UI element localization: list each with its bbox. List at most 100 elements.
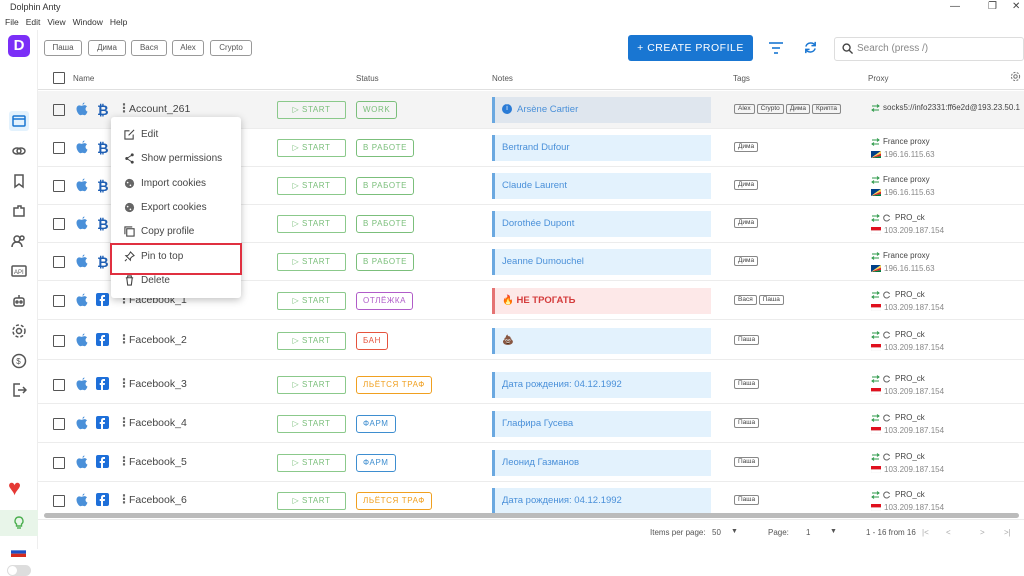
row-checkbox[interactable] bbox=[53, 418, 65, 430]
tag-chip[interactable]: Паша bbox=[734, 418, 760, 428]
first-page-icon[interactable]: |< bbox=[922, 528, 929, 537]
table-row[interactable]: ⋮ Facebook_4 ▷ START ФАРМ Глафира Гусева Паша… bbox=[38, 405, 1024, 443]
proxy-cell[interactable]: socks5://info2331:ff6e2d@193.23.50.1 bbox=[871, 97, 1020, 114]
chevron-down-icon[interactable]: ▼ bbox=[731, 528, 738, 535]
status-badge[interactable]: ОТЛЁЖКА bbox=[356, 292, 414, 310]
bookmark-icon[interactable] bbox=[9, 171, 29, 191]
start-button[interactable]: ▷ START bbox=[277, 415, 346, 433]
start-button[interactable]: ▷ START bbox=[277, 139, 346, 157]
proxy-cell[interactable]: PRO_ck 103.209.187.154 bbox=[871, 450, 944, 476]
status-badge[interactable]: В РАБОТЕ bbox=[356, 177, 415, 195]
profile-name[interactable]: Facebook_6 bbox=[129, 494, 187, 506]
column-name[interactable]: Name bbox=[73, 74, 94, 83]
close-button[interactable]: ✕ bbox=[1012, 1, 1020, 12]
api-icon[interactable]: API bbox=[9, 261, 29, 281]
menu-edit-item[interactable]: Edit bbox=[111, 123, 241, 147]
status-badge[interactable]: В РАБОТЕ bbox=[356, 253, 415, 271]
menu-show-permissions-item[interactable]: Show permissions bbox=[111, 147, 241, 171]
filter-icon[interactable] bbox=[768, 41, 784, 55]
items-per-page-select[interactable]: 50 bbox=[712, 528, 721, 537]
profile-name[interactable]: Facebook_4 bbox=[129, 417, 187, 429]
start-button[interactable]: ▷ START bbox=[277, 101, 346, 119]
start-button[interactable]: ▷ START bbox=[277, 292, 346, 310]
start-button[interactable]: ▷ START bbox=[277, 376, 346, 394]
tag-chip[interactable]: Паша bbox=[734, 379, 760, 389]
row-checkbox[interactable] bbox=[53, 379, 65, 391]
row-checkbox[interactable] bbox=[53, 218, 65, 230]
heart-icon[interactable]: ♥ bbox=[8, 477, 21, 499]
extensions-icon[interactable] bbox=[9, 201, 29, 221]
tag-chip[interactable]: Crypto bbox=[756, 104, 784, 114]
row-checkbox[interactable] bbox=[53, 256, 65, 268]
profile-name[interactable]: Facebook_3 bbox=[129, 378, 187, 390]
note-cell[interactable]: i Arsène Cartier bbox=[492, 97, 711, 123]
tag-chip[interactable]: Дима bbox=[785, 104, 810, 114]
tag-chip[interactable]: Паша bbox=[734, 457, 760, 467]
menu-window[interactable]: Window bbox=[73, 17, 103, 27]
tag-chip[interactable]: Alex bbox=[734, 104, 755, 114]
menu-import-cookies-item[interactable]: Import cookies bbox=[111, 172, 241, 196]
proxy-cell[interactable]: France proxy 196.16.115.63 bbox=[871, 173, 935, 199]
prev-page-icon[interactable]: < bbox=[946, 528, 951, 537]
logout-icon[interactable] bbox=[9, 380, 29, 400]
tag-filter-chip[interactable]: Crypto bbox=[210, 40, 252, 56]
proxy-cell[interactable]: PRO_ck 103.209.187.154 bbox=[871, 211, 944, 237]
note-cell[interactable]: Дата рождения: 04.12.1992 bbox=[492, 488, 711, 514]
proxy-cell[interactable]: France proxy 196.16.115.63 bbox=[871, 249, 935, 275]
note-cell[interactable]: 💩 bbox=[492, 328, 711, 354]
proxy-cell[interactable]: PRO_ck 103.209.187.154 bbox=[871, 372, 944, 398]
proxy-cell[interactable]: PRO_ck 103.209.187.154 bbox=[871, 288, 944, 314]
status-badge[interactable]: БАН bbox=[356, 332, 388, 350]
row-checkbox[interactable] bbox=[53, 180, 65, 192]
profile-name[interactable]: Facebook_2 bbox=[129, 334, 187, 346]
tag-filter-chip[interactable]: Alex bbox=[172, 40, 204, 56]
tag-chip[interactable]: Дима bbox=[734, 218, 759, 228]
billing-icon[interactable]: $ bbox=[9, 351, 29, 371]
proxy-cell[interactable]: PRO_ck 103.209.187.154 bbox=[871, 328, 944, 354]
columns-settings-icon[interactable] bbox=[1010, 71, 1021, 82]
tag-filter-chip[interactable]: Вася bbox=[131, 40, 167, 56]
tag-chip[interactable]: Дима bbox=[734, 142, 759, 152]
users-icon[interactable] bbox=[9, 231, 29, 251]
menu-edit[interactable]: Edit bbox=[26, 17, 41, 27]
browser-profiles-icon[interactable] bbox=[9, 111, 29, 131]
column-status[interactable]: Status bbox=[356, 74, 379, 83]
status-badge[interactable]: ЛЬЁТСЯ ТРАФ bbox=[356, 492, 432, 510]
status-badge[interactable]: В РАБОТЕ bbox=[356, 139, 415, 157]
links-icon[interactable] bbox=[9, 141, 29, 161]
idea-button[interactable] bbox=[0, 510, 38, 536]
note-cell[interactable]: Dorothée Dupont bbox=[492, 211, 711, 237]
next-page-icon[interactable]: > bbox=[980, 528, 985, 537]
column-notes[interactable]: Notes bbox=[492, 74, 513, 83]
tag-chip[interactable]: Паша bbox=[758, 295, 784, 305]
menu-view[interactable]: View bbox=[47, 17, 65, 27]
start-button[interactable]: ▷ START bbox=[277, 332, 346, 350]
status-badge[interactable]: WORK bbox=[356, 101, 398, 119]
table-row[interactable]: ⋮ Facebook_3 ▷ START ЛЬЁТСЯ ТРАФ Дата рожден… bbox=[38, 366, 1024, 404]
chevron-down-icon[interactable]: ▼ bbox=[830, 528, 837, 535]
tag-chip[interactable]: Паша bbox=[734, 335, 760, 345]
start-button[interactable]: ▷ START bbox=[277, 454, 346, 472]
minimize-button[interactable]: — bbox=[950, 1, 960, 12]
create-profile-button[interactable]: + CREATE PROFILE bbox=[628, 35, 753, 61]
menu-help[interactable]: Help bbox=[110, 17, 127, 27]
status-badge[interactable]: В РАБОТЕ bbox=[356, 215, 415, 233]
proxy-cell[interactable]: France proxy 196.16.115.63 bbox=[871, 135, 935, 161]
note-cell[interactable]: Дата рождения: 04.12.1992 bbox=[492, 372, 711, 398]
table-row[interactable]: ⋮ Facebook_5 ▷ START ФАРМ Леонид Газманов Паш… bbox=[38, 444, 1024, 482]
start-button[interactable]: ▷ START bbox=[277, 177, 346, 195]
horizontal-scrollbar[interactable] bbox=[44, 513, 1019, 518]
start-button[interactable]: ▷ START bbox=[277, 492, 346, 510]
proxy-cell[interactable]: PRO_ck 103.209.187.154 bbox=[871, 488, 944, 514]
note-cell[interactable]: Bertrand Dufour bbox=[492, 135, 711, 161]
start-button[interactable]: ▷ START bbox=[277, 253, 346, 271]
tag-chip[interactable]: Крипта bbox=[811, 104, 842, 114]
note-cell[interactable]: Claude Laurent bbox=[492, 173, 711, 199]
status-badge[interactable]: ЛЬЁТСЯ ТРАФ bbox=[356, 376, 432, 394]
tag-filter-chip[interactable]: Паша bbox=[44, 40, 82, 56]
select-all-checkbox[interactable] bbox=[53, 72, 65, 84]
tag-chip[interactable]: Дима bbox=[734, 256, 759, 266]
profile-name[interactable]: Facebook_5 bbox=[129, 456, 187, 468]
menu-file[interactable]: File bbox=[5, 17, 19, 27]
row-checkbox[interactable] bbox=[53, 142, 65, 154]
